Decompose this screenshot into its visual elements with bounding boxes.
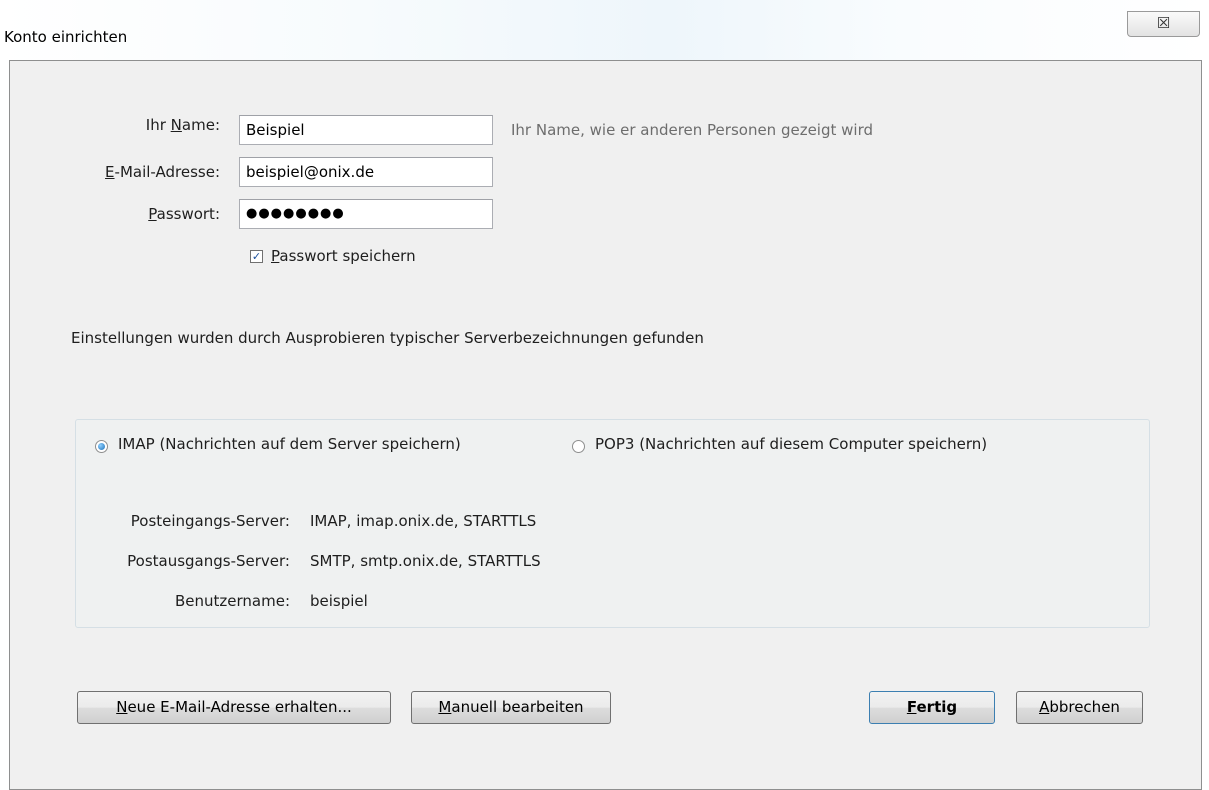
email-label: E-Mail-Adresse:: [105, 163, 220, 181]
remember-password-label[interactable]: Passwort speichern: [271, 247, 416, 265]
window-title: Konto einrichten: [4, 28, 128, 46]
close-button[interactable]: ☒: [1127, 11, 1200, 37]
close-icon: ☒: [1156, 14, 1171, 32]
incoming-server-value: IMAP, imap.onix.de, STARTTLS: [310, 512, 537, 530]
done-button[interactable]: Fertig: [869, 691, 995, 724]
incoming-server-label: Posteingangs-Server:: [130, 512, 290, 530]
email-input[interactable]: beispiel@onix.de: [239, 157, 493, 187]
status-text: Einstellungen wurden durch Ausprobieren …: [71, 329, 704, 347]
username-value: beispiel: [310, 592, 368, 610]
server-settings-group: IMAP (Nachrichten auf dem Server speiche…: [75, 419, 1150, 628]
title-bar: Konto einrichten ☒: [0, 0, 1209, 60]
checkmark-icon: ✓: [251, 250, 262, 263]
pop3-radio[interactable]: [572, 440, 585, 453]
password-label: Passwort:: [148, 205, 220, 223]
remember-password-checkbox[interactable]: ✓: [250, 250, 263, 263]
outgoing-server-label: Postausgangs-Server:: [127, 552, 290, 570]
name-hint: Ihr Name, wie er anderen Personen gezeig…: [511, 121, 873, 139]
imap-label[interactable]: IMAP (Nachrichten auf dem Server speiche…: [118, 435, 461, 453]
password-input[interactable]: ●●●●●●●●: [239, 199, 493, 229]
get-new-address-button[interactable]: Neue E-Mail-Adresse erhalten...: [77, 691, 391, 724]
pop3-label[interactable]: POP3 (Nachrichten auf diesem Computer sp…: [595, 435, 987, 453]
cancel-button[interactable]: Abbrechen: [1016, 691, 1143, 724]
username-label: Benutzername:: [174, 592, 290, 610]
name-input[interactable]: Beispiel: [239, 115, 493, 145]
dialog-body: Ihr Name: Beispiel Ihr Name, wie er ande…: [9, 60, 1202, 790]
outgoing-server-value: SMTP, smtp.onix.de, STARTTLS: [310, 552, 541, 570]
imap-radio[interactable]: [95, 440, 108, 453]
name-label: Ihr Name:: [145, 116, 220, 134]
manual-edit-button[interactable]: Manuell bearbeiten: [411, 691, 611, 724]
